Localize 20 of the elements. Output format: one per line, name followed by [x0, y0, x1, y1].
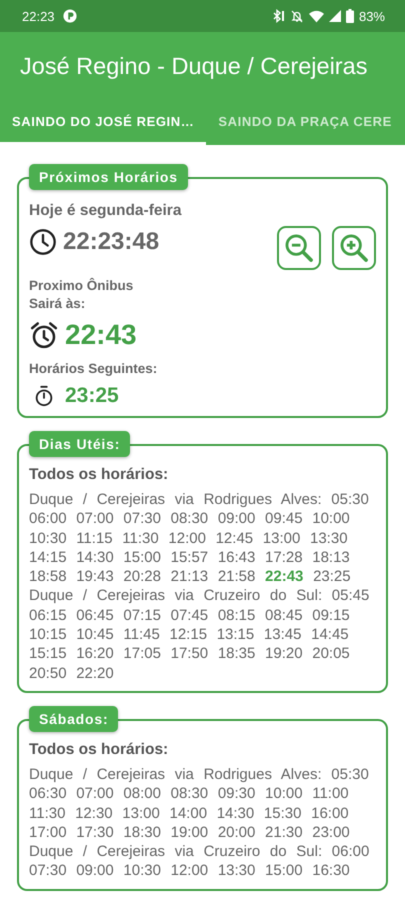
schedule-heading: Todos os horários:	[29, 466, 170, 484]
route-schedule: Duque / Cerejeiras via Rodrigues Alves: 05:30 06:00 07:00 07:30 08:30 09:00 09:45 10:00 10:30 11:15 11:30 12:00 12:45 13:00 13:30 14:15 14:30 15:00 15:57 16:43 17:28 18:13 18:58 19:43 20:28 21:13 21:58 22:43 23:25	[29, 490, 370, 586]
tab[interactable]: SAINDO DA PRAÇA CERE	[206, 100, 404, 145]
route-schedule: Duque / Cerejeiras via Cruzeiro do Sul: 06:00 07:30 09:00 10:30 12:00 13:30 15:00 16:30	[29, 842, 370, 881]
card-legend: Sábados:	[29, 706, 118, 732]
tab[interactable]: SAINDO DO JOSÉ REGIN…	[0, 100, 206, 145]
battery-percent: 83%	[358, 8, 385, 24]
next-departure-time: 22:43	[65, 319, 137, 351]
schedule-heading: Todos os horários:	[29, 740, 170, 759]
route-schedule: Duque / Cerejeiras via Rodrigues Alves: 05:30 06:30 07:00 08:00 08:30 09:30 10:00 11:00 11:30 12:30 13:00 14:00 14:30 15:30 16:00 17:00 17:30 18:30 19:00 20:00 21:30 23:00	[29, 764, 370, 842]
card-legend: Dias Utéis:	[29, 431, 130, 457]
following-time: 23:25	[65, 384, 119, 408]
card-legend: Próximos Horários	[29, 164, 188, 190]
current-time: 22:23:48	[63, 228, 160, 256]
next-bus-label: Proximo Ônibus Sairá às:	[29, 277, 134, 313]
following-label: Horários Seguintes:	[29, 361, 158, 376]
screen-title: José Regino - Duque / Cerejeiras	[20, 52, 368, 80]
route-schedule: Duque / Cerejeiras via Cruzeiro do Sul: 05:45 06:15 06:45 07:15 07:45 08:15 08:45 09:15 10:15 10:45 11:45 12:15 13:15 13:45 14:45 15:15 16:20 17:05 17:50 18:35 19:20 20:05 20:50 22:20	[29, 586, 370, 683]
day-label: Hoje é segunda-feira	[29, 202, 182, 220]
status-time: 22:23	[22, 8, 55, 24]
